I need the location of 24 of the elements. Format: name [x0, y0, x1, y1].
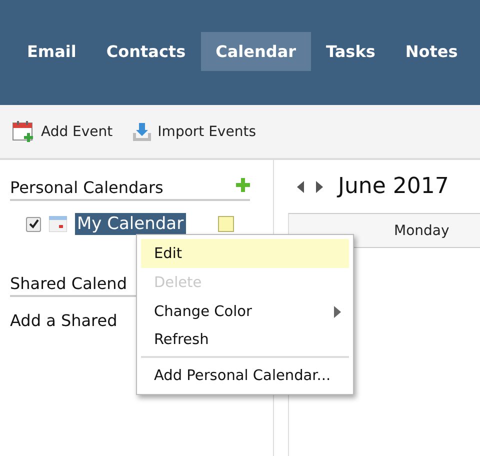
section-heading: Personal Calendars [10, 178, 164, 197]
download-icon [130, 120, 153, 142]
menu-item[interactable]: Change Color [141, 297, 349, 326]
calendar-icon [49, 216, 67, 232]
next-icon[interactable] [314, 180, 324, 192]
nav-tab[interactable]: Tasks [311, 32, 390, 71]
day-header: Monday [394, 222, 450, 238]
previous-icon[interactable] [296, 180, 306, 192]
submenu-arrow-icon [334, 306, 341, 318]
section-heading: Shared Calend [10, 274, 127, 293]
calendar-add-icon [12, 120, 36, 144]
calendar-name[interactable]: My Calendar [75, 213, 186, 235]
menu-item[interactable]: Add Personal Calendar... [141, 361, 349, 390]
nav-tab[interactable]: Contacts [91, 32, 201, 71]
nav-tab[interactable]: Email [12, 32, 92, 71]
month-title: June 2017 [338, 174, 449, 199]
nav-tab[interactable]: Notes [390, 32, 473, 71]
import-events-button[interactable]: Import Events [128, 120, 258, 142]
checkbox[interactable] [26, 216, 41, 232]
menu-item[interactable]: Edit [141, 239, 349, 268]
nav-tab[interactable]: Calendar [200, 32, 312, 71]
color-swatch[interactable] [218, 216, 234, 232]
menu-item[interactable]: Refresh [141, 326, 349, 358]
add-event-button[interactable]: Add Event [10, 120, 115, 144]
